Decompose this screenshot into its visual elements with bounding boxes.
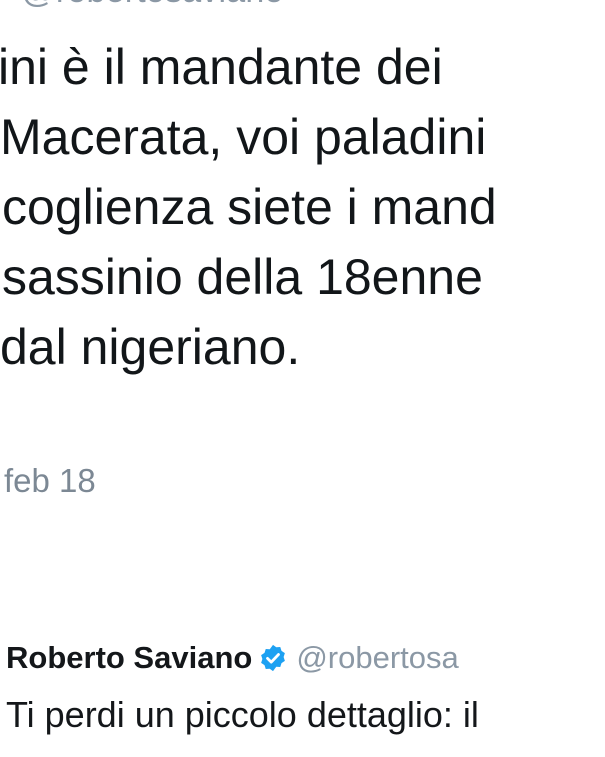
tweet1-line-3: coglienza siete i mand — [2, 179, 497, 235]
tweet1-line-1: ini è il mandante dei — [0, 39, 443, 95]
tweet1-handle-partial[interactable]: · @robertosaviano — [0, 0, 284, 11]
tweet2-text: Ti perdi un piccolo dettaglio: il — [6, 694, 479, 735]
tweet1-line-2: Macerata, voi paladini — [0, 109, 487, 165]
tweet1-line-4: sassinio della 18enne — [2, 249, 483, 305]
author-handle[interactable]: @robertosa — [296, 640, 458, 676]
author-name[interactable]: Roberto Saviano — [6, 640, 252, 676]
tweet1-text: ini è il mandante dei Macerata, voi pala… — [0, 32, 605, 382]
tweet-screenshot: · @robertosaviano ini è il mandante dei … — [0, 0, 605, 757]
verified-badge-icon — [258, 643, 288, 673]
tweet2-header: Roberto Saviano @robertosa — [6, 636, 459, 680]
tweet1-line-5: dal nigeriano. — [0, 319, 301, 375]
tweet1-date[interactable]: feb 18 — [4, 462, 96, 500]
